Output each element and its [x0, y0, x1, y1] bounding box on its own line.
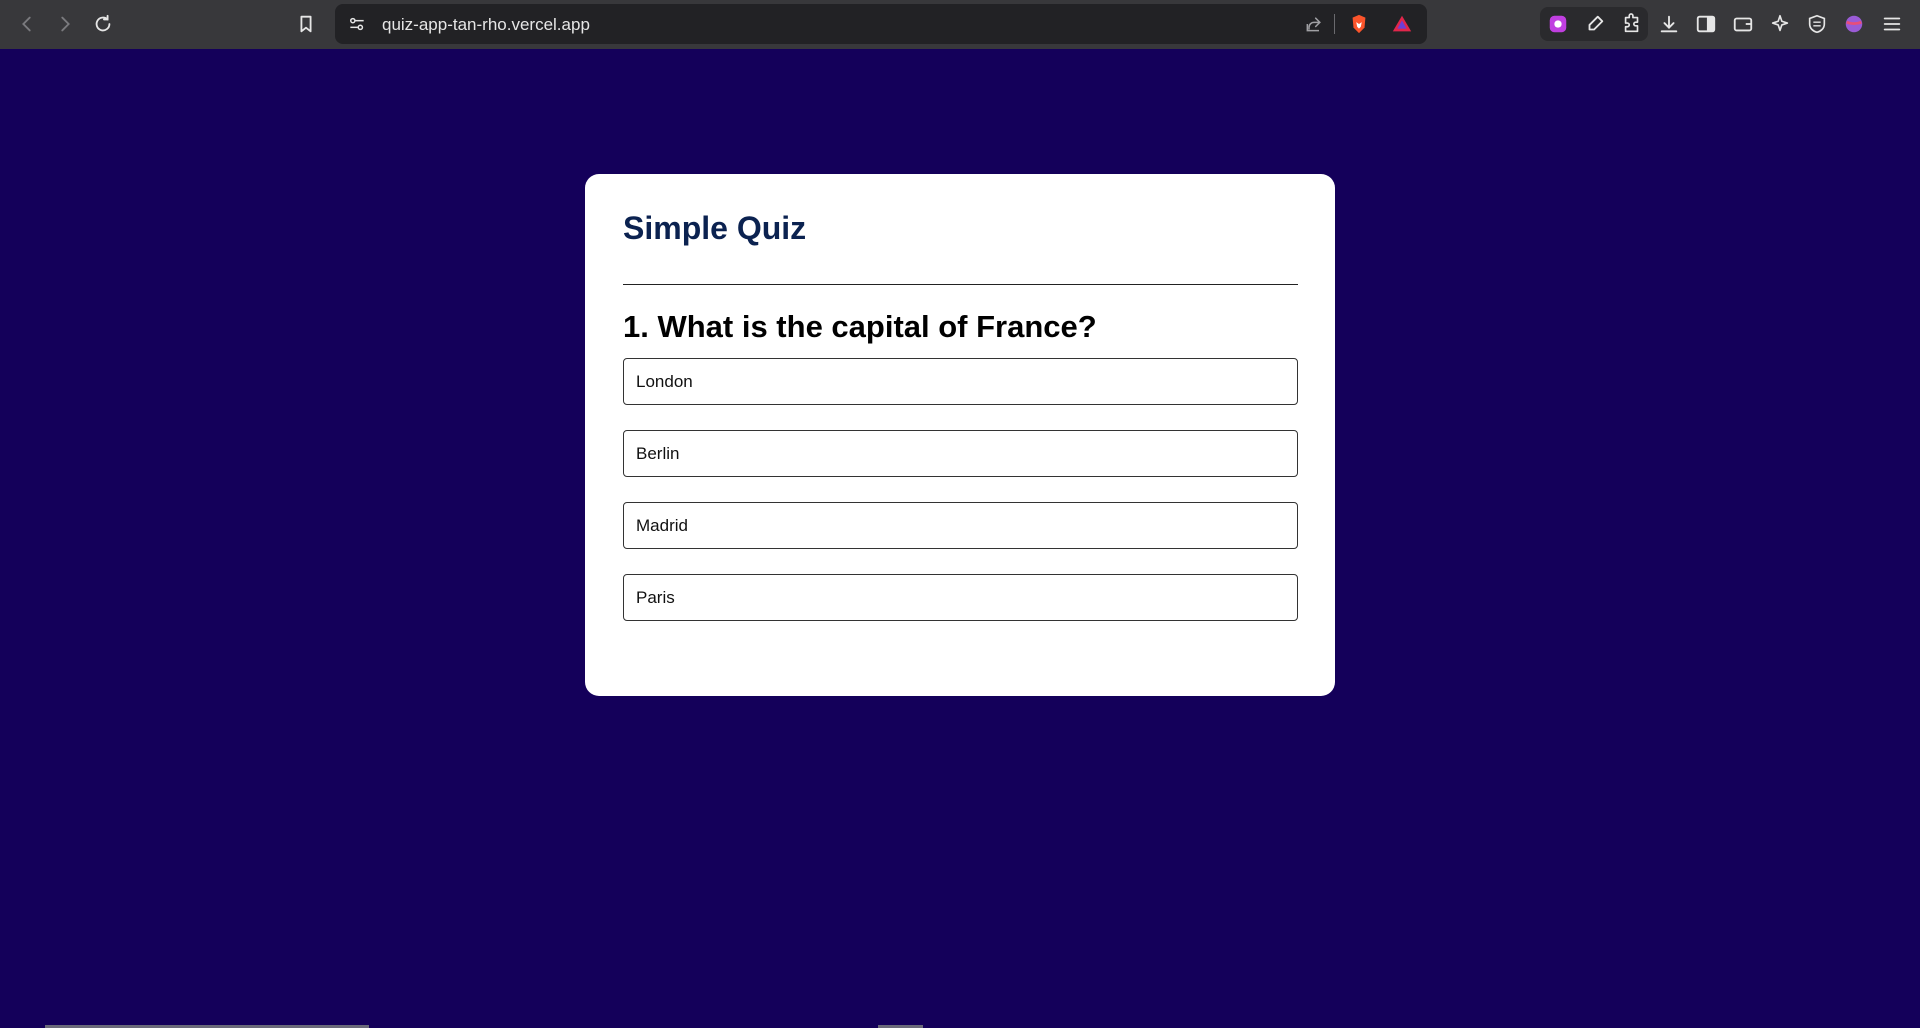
answer-button-london[interactable]: London	[623, 358, 1298, 405]
browser-toolbar: quiz-app-tan-rho.vercel.app	[0, 0, 1920, 49]
answer-button-paris[interactable]: Paris	[623, 574, 1298, 621]
brave-rewards-icon[interactable]	[1390, 13, 1414, 35]
question-text: 1. What is the capital of France?	[623, 309, 1097, 344]
quiz-card: Simple Quiz 1. What is the capital of Fr…	[585, 174, 1335, 696]
profile-icon[interactable]	[1839, 9, 1869, 39]
address-bar[interactable]: quiz-app-tan-rho.vercel.app	[335, 4, 1427, 44]
bookmark-icon[interactable]	[291, 9, 321, 39]
menu-icon[interactable]	[1877, 9, 1907, 39]
forward-icon[interactable]	[50, 9, 80, 39]
url-text[interactable]: quiz-app-tan-rho.vercel.app	[382, 15, 590, 35]
title-divider	[623, 284, 1298, 285]
address-separator	[1334, 14, 1335, 34]
vpn-icon[interactable]	[1802, 9, 1832, 39]
leo-icon[interactable]	[1543, 9, 1573, 39]
download-icon[interactable]	[1654, 9, 1684, 39]
back-icon[interactable]	[12, 9, 42, 39]
answer-button-berlin[interactable]: Berlin	[623, 430, 1298, 477]
quiz-title: Simple Quiz	[623, 210, 807, 246]
ai-sparkle-icon[interactable]	[1765, 9, 1795, 39]
eyedropper-icon[interactable]	[1580, 9, 1610, 39]
answer-button-madrid[interactable]: Madrid	[623, 502, 1298, 549]
wallet-icon[interactable]	[1728, 9, 1758, 39]
brave-shields-icon[interactable]	[1347, 13, 1371, 35]
site-settings-icon[interactable]	[345, 13, 369, 35]
share-icon[interactable]	[1302, 13, 1326, 35]
extensions-icon[interactable]	[1617, 9, 1647, 39]
reload-icon[interactable]	[88, 9, 118, 39]
sidebar-icon[interactable]	[1691, 9, 1721, 39]
